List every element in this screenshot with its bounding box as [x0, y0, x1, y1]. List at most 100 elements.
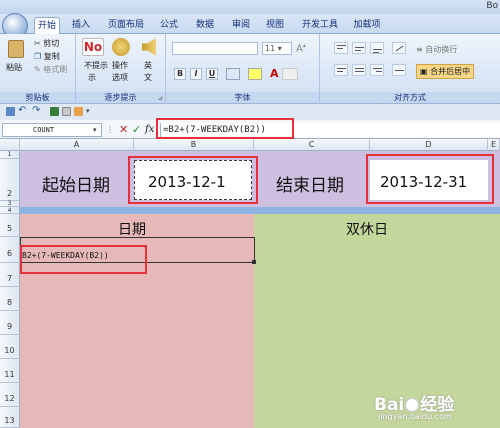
dialog-launcher-icon[interactable]: ⊿ — [158, 95, 163, 102]
row-header-5[interactable]: 5 — [0, 214, 20, 237]
print-icon[interactable] — [62, 107, 71, 116]
spreadsheet-grid: A B C D E 1 2 3 4 5 6 7 8 9 10 11 12 13 … — [0, 139, 500, 428]
cut-label: 剪切 — [43, 39, 60, 48]
start-date-highlight-box — [128, 156, 258, 204]
cut-button[interactable]: ✂ 剪切 — [34, 38, 59, 49]
format-painter-button[interactable]: ✎ 格式刷 — [34, 64, 67, 75]
step-prompt-group-label: 逐步提示 — [76, 92, 165, 103]
gear-icon — [112, 38, 130, 56]
column-header-b[interactable]: B — [134, 139, 254, 151]
border-icon[interactable] — [226, 68, 240, 80]
row-header-8[interactable]: 8 — [0, 287, 20, 311]
row-header-9[interactable]: 9 — [0, 311, 20, 335]
ribbon-tab-bar: 开始 插入 页面布局 公式 数据 审阅 视图 开发工具 加载项 — [0, 14, 500, 34]
end-date-highlight-box — [366, 154, 494, 204]
resize-handle-icon[interactable]: ⋮ — [106, 123, 114, 136]
clipboard-group: 粘贴 ✂ 剪切 ❐ 复制 ✎ 格式刷 剪贴板 — [0, 34, 76, 104]
indent-icon[interactable] — [392, 64, 406, 76]
wrap-text-button[interactable]: ≡ 自动换行 — [416, 44, 457, 55]
merge-center-label: 合并后居中 — [430, 67, 471, 76]
font-color-icon[interactable]: A — [270, 67, 279, 80]
office-mini-icon — [6, 107, 15, 116]
tab-page-layout[interactable]: 页面布局 — [104, 17, 148, 34]
weekend-column-title: 双休日 — [346, 222, 388, 238]
select-all-corner[interactable] — [0, 139, 20, 151]
align-right-icon[interactable] — [370, 64, 384, 76]
paste-button[interactable]: 粘贴 — [6, 62, 22, 73]
row4-band — [20, 207, 500, 214]
copy-label: 复制 — [43, 52, 60, 61]
ribbon: 粘贴 ✂ 剪切 ❐ 复制 ✎ 格式刷 剪贴板 No 不提示 示 操作 选项 英 … — [0, 34, 500, 104]
tab-insert[interactable]: 插入 — [68, 17, 94, 34]
formula-highlight-box — [156, 118, 294, 139]
align-top-icon[interactable] — [334, 42, 348, 54]
enter-icon[interactable]: ✓ — [132, 123, 141, 136]
bold-button[interactable]: B — [174, 68, 186, 80]
format-painter-label: 格式刷 — [43, 65, 68, 74]
tab-review[interactable]: 审阅 — [228, 17, 254, 34]
qat-dropdown-icon[interactable]: ▾ — [86, 107, 90, 115]
column-header-d[interactable]: D — [370, 139, 488, 151]
paw-icon — [405, 398, 420, 412]
row-header-10[interactable]: 10 — [0, 335, 20, 359]
name-box-dropdown-icon[interactable]: ▾ — [93, 124, 97, 137]
chart-icon[interactable] — [74, 107, 83, 116]
phonetic-icon[interactable] — [282, 68, 298, 80]
no-prompt-button[interactable]: 不提示 — [84, 60, 108, 71]
fill-handle[interactable] — [252, 260, 256, 264]
column-header-c[interactable]: C — [254, 139, 370, 151]
english-button[interactable]: 英 — [144, 60, 152, 71]
ops-options-button[interactable]: 操作 — [112, 60, 128, 71]
copy-icon: ❐ — [34, 52, 42, 61]
start-date-label: 起始日期 — [42, 176, 110, 196]
column-header-e[interactable]: E — [488, 139, 500, 151]
align-bottom-icon[interactable] — [370, 42, 384, 54]
font-name-combo[interactable] — [172, 42, 258, 55]
tab-formulas[interactable]: 公式 — [156, 17, 182, 34]
underline-button[interactable]: U — [206, 68, 218, 80]
wrap-text-label: 自动换行 — [425, 45, 458, 54]
cancel-icon[interactable]: ✕ — [119, 123, 128, 136]
fill-color-icon[interactable] — [248, 68, 262, 80]
ops-options-label-2: 选项 — [112, 73, 128, 82]
row-header-1[interactable]: 1 — [0, 151, 20, 159]
row-header-6[interactable]: 6 — [0, 237, 20, 263]
column-header-row: A B C D E — [0, 139, 500, 151]
undo-icon[interactable]: ↶ — [18, 105, 26, 116]
alignment-group: ≡ 自动换行 ▣ 合并后居中 对齐方式 — [320, 34, 500, 104]
italic-button[interactable]: I — [190, 68, 202, 80]
column-header-a[interactable]: A — [20, 139, 134, 151]
align-left-icon[interactable] — [334, 64, 348, 76]
name-box[interactable]: COUNT — [2, 123, 102, 137]
paste-icon — [8, 40, 24, 58]
font-size-value: 11 — [265, 44, 276, 53]
brush-icon: ✎ — [34, 65, 41, 74]
row-header-12[interactable]: 12 — [0, 383, 20, 407]
title-bar: Bo — [0, 0, 500, 14]
tab-view[interactable]: 视图 — [262, 17, 288, 34]
baidu-watermark: Bai 经验 jingyan.baidu.com — [372, 390, 492, 424]
row-header-11[interactable]: 11 — [0, 359, 20, 383]
step-prompt-group: No 不提示 示 操作 选项 英 文 逐步提示 ⊿ — [76, 34, 166, 104]
font-size-combo[interactable]: 11 ▾ — [262, 42, 292, 55]
row-header-2[interactable]: 2 — [0, 159, 20, 201]
row-header-7[interactable]: 7 — [0, 263, 20, 287]
merge-center-button[interactable]: ▣ 合并后居中 — [416, 64, 475, 79]
insert-function-icon[interactable]: fx — [145, 123, 154, 136]
row-header-4[interactable]: 4 — [0, 207, 20, 214]
redo-icon[interactable]: ↷ — [32, 105, 40, 116]
tab-developer[interactable]: 开发工具 — [298, 17, 342, 34]
tab-data[interactable]: 数据 — [192, 17, 218, 34]
copy-button[interactable]: ❐ 复制 — [34, 51, 60, 62]
tab-addins[interactable]: 加载项 — [350, 17, 384, 34]
tab-home[interactable]: 开始 — [34, 17, 60, 34]
alignment-group-label: 对齐方式 — [320, 92, 500, 103]
align-middle-icon[interactable] — [352, 42, 366, 54]
end-date-label: 结束日期 — [276, 176, 344, 196]
grow-font-icon[interactable]: A▴ — [296, 42, 306, 54]
align-center-icon[interactable] — [352, 64, 366, 76]
row-header-13[interactable]: 13 — [0, 407, 20, 428]
excel-icon[interactable] — [50, 107, 59, 116]
orientation-icon[interactable] — [392, 42, 406, 54]
scissors-icon: ✂ — [34, 39, 41, 48]
